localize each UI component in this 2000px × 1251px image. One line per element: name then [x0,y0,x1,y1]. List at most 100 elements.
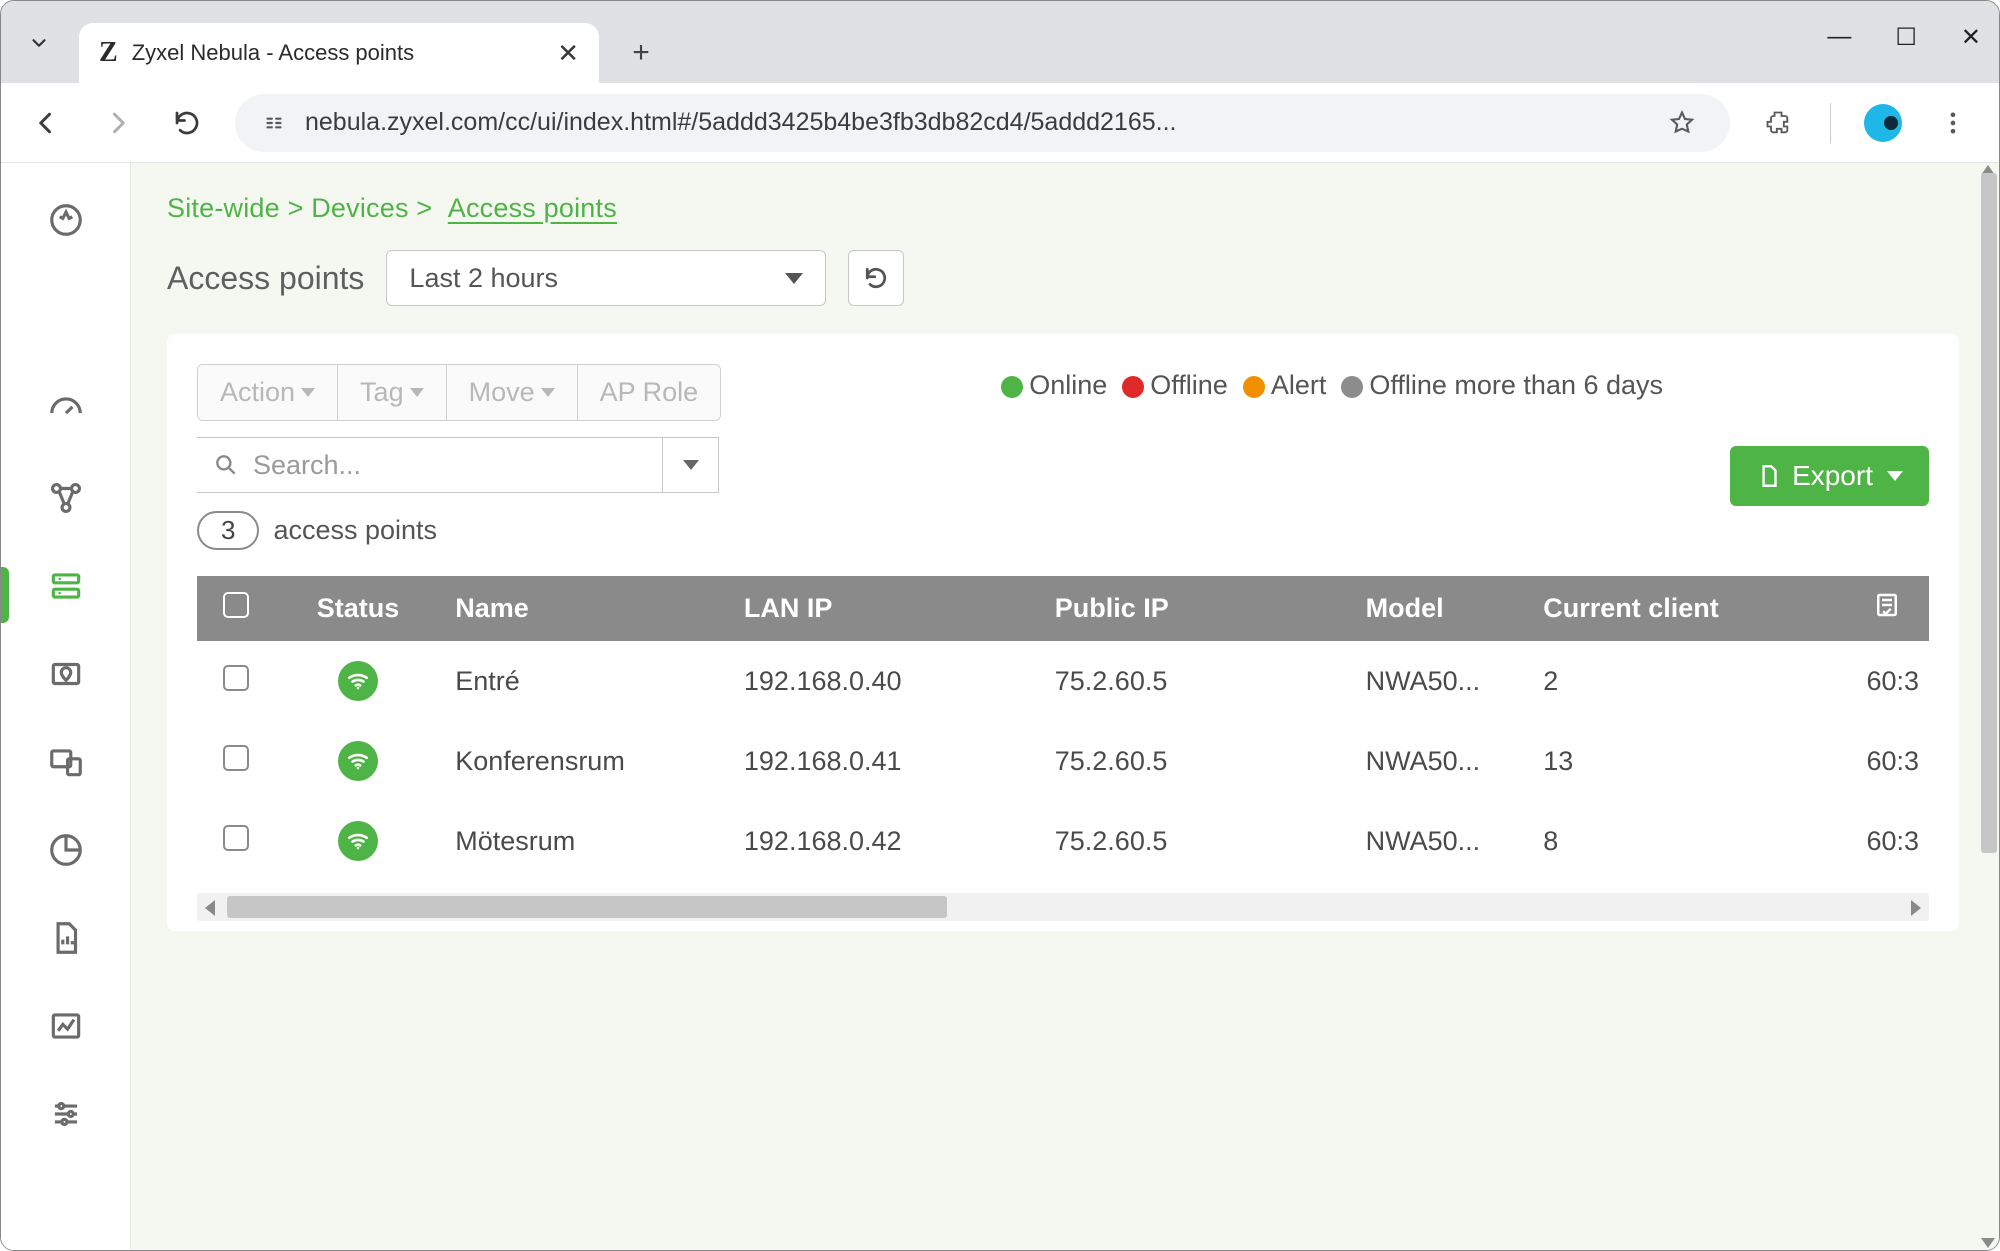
tab-title: Zyxel Nebula - Access points [132,40,414,66]
site-info-icon[interactable] [261,110,287,136]
cell-public-ip: 75.2.60.5 [1041,721,1352,801]
content-panel: Action Tag Move AP Role Search... [167,334,1959,931]
new-tab-button[interactable]: + [617,29,665,77]
search-input[interactable]: Search... [197,437,663,493]
row-checkbox[interactable] [223,745,249,771]
sidebar-item-clients[interactable] [43,739,89,785]
table-horizontal-scrollbar[interactable] [197,893,1929,921]
cell-clients: 8 [1529,801,1840,881]
ap-role-button[interactable]: AP Role [578,365,721,420]
row-checkbox[interactable] [223,665,249,691]
cell-model: NWA50... [1352,641,1530,721]
sidebar-item-monitor[interactable] [43,1003,89,1049]
browser-tab[interactable]: Z Zyxel Nebula - Access points ✕ [79,23,599,83]
window-controls: — ☐ ✕ [1827,23,1981,52]
cell-trail: 60:3 [1840,801,1929,881]
status-legend: Online Offline Alert Offline more than 6… [751,364,1929,407]
cell-lan-ip: 192.168.0.41 [730,721,1041,801]
sidebar [1,163,131,1250]
bookmark-star-icon[interactable] [1660,101,1704,145]
col-current-client[interactable]: Current client [1529,576,1840,641]
breadcrumb-mid[interactable]: Devices [311,193,408,223]
breadcrumb: Site-wide > Devices > Access points [167,193,1959,224]
main-panel: Site-wide > Devices > Access points Acce… [131,163,1999,1250]
select-all-checkbox[interactable] [223,592,249,618]
sidebar-item-summary[interactable] [43,827,89,873]
page-title: Access points [167,260,364,297]
search-icon [213,452,239,478]
profile-avatar-icon[interactable] [1861,101,1905,145]
minimize-button[interactable]: — [1827,23,1851,52]
action-button-group: Action Tag Move AP Role [197,364,721,421]
extensions-icon[interactable] [1756,101,1800,145]
refresh-button[interactable] [848,250,904,306]
cell-trail: 60:3 [1840,641,1929,721]
col-lan-ip[interactable]: LAN IP [730,576,1041,641]
cell-lan-ip: 192.168.0.42 [730,801,1041,881]
column-settings-button[interactable] [1840,576,1929,641]
scroll-left-arrow[interactable] [205,900,215,916]
cell-model: NWA50... [1352,721,1530,801]
sidebar-item-ai[interactable] [43,197,89,243]
col-status[interactable]: Status [275,576,442,641]
breadcrumb-current[interactable]: Access points [448,193,617,223]
close-window-button[interactable]: ✕ [1961,23,1981,52]
scroll-right-arrow[interactable] [1911,900,1921,916]
chevron-down-icon [683,460,699,470]
page-vertical-scrollbar[interactable] [1975,163,1999,1250]
sidebar-active-indicator [1,567,9,623]
cell-name: Konferensrum [441,721,730,801]
sidebar-item-configure[interactable] [43,1091,89,1137]
cell-trail: 60:3 [1840,721,1929,801]
tab-favicon: Z [99,37,118,69]
kebab-menu-icon[interactable] [1931,101,1975,145]
status-dot-alert [1243,376,1265,398]
sidebar-item-devices[interactable] [43,563,89,609]
address-bar[interactable]: nebula.zyxel.com/cc/ui/index.html#/5addd… [235,94,1730,152]
status-online-icon [338,741,378,781]
reload-button[interactable] [165,101,209,145]
export-button[interactable]: Export [1730,446,1929,506]
move-dropdown[interactable]: Move [447,365,578,420]
forward-button[interactable] [95,101,139,145]
url-text: nebula.zyxel.com/cc/ui/index.html#/5addd… [305,108,1642,137]
app-content: Site-wide > Devices > Access points Acce… [1,163,1999,1250]
tag-dropdown[interactable]: Tag [338,365,447,420]
table-row[interactable]: Mötesrum 192.168.0.42 75.2.60.5 NWA50...… [197,801,1929,881]
sidebar-item-dashboard[interactable] [43,387,89,433]
cell-name: Mötesrum [441,801,730,881]
search-filter-dropdown[interactable] [663,437,719,493]
breadcrumb-sep: > [288,193,304,223]
count-label: access points [273,515,437,546]
time-range-select[interactable]: Last 2 hours [386,250,826,306]
toolbar-separator [1830,103,1831,143]
cell-public-ip: 75.2.60.5 [1041,641,1352,721]
maximize-button[interactable]: ☐ [1895,23,1917,52]
back-button[interactable] [25,101,69,145]
scroll-thumb[interactable] [227,896,947,918]
table-row[interactable]: Konferensrum 192.168.0.41 75.2.60.5 NWA5… [197,721,1929,801]
col-public-ip[interactable]: Public IP [1041,576,1352,641]
col-model[interactable]: Model [1352,576,1530,641]
cell-clients: 2 [1529,641,1840,721]
row-checkbox[interactable] [223,825,249,851]
sidebar-item-topology[interactable] [43,475,89,521]
breadcrumb-root[interactable]: Site-wide [167,193,280,223]
status-dot-offline [1122,376,1144,398]
status-dot-online [1001,376,1023,398]
tab-close-button[interactable]: ✕ [557,38,579,69]
scroll-thumb[interactable] [1981,173,1997,853]
chevron-down-icon [785,273,803,284]
scroll-down-arrow[interactable] [1981,1238,1995,1250]
sidebar-item-report[interactable] [43,915,89,961]
cell-name: Entré [441,641,730,721]
browser-toolbar: nebula.zyxel.com/cc/ui/index.html#/5addd… [1,83,1999,163]
sidebar-item-map[interactable] [43,651,89,697]
chevron-down-icon [301,388,315,397]
status-online-icon [338,821,378,861]
action-dropdown[interactable]: Action [198,365,338,420]
status-dot-offline-long [1341,376,1363,398]
col-name[interactable]: Name [441,576,730,641]
tabs-dropdown-button[interactable] [11,15,67,71]
table-row[interactable]: Entré 192.168.0.40 75.2.60.5 NWA50... 2 … [197,641,1929,721]
